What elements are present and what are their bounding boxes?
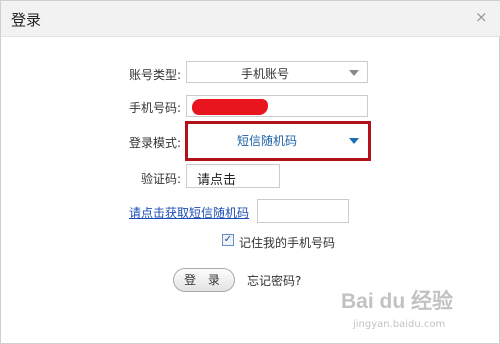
watermark-url: jingyan.baidu.com xyxy=(353,319,446,330)
dialog-title: 登录 xyxy=(11,11,42,29)
login-dialog: 登录 × 账号类型: 手机账号 手机号码: 登录模式: 短信随机码 验证码: 请… xyxy=(0,0,500,344)
get-sms-code-link[interactable]: 请点击获取短信随机码 xyxy=(129,204,249,221)
remember-checkbox[interactable]: ✓ xyxy=(222,234,234,246)
account-type-select[interactable]: 手机账号 xyxy=(186,61,368,83)
captcha-input[interactable]: 请点击 xyxy=(186,164,280,188)
redaction-mark xyxy=(192,99,268,115)
forgot-password-link[interactable]: 忘记密码? xyxy=(247,272,301,289)
dialog-titlebar: 登录 × xyxy=(1,1,500,37)
remember-label: 记住我的手机号码 xyxy=(239,236,336,250)
login-button[interactable]: 登 录 xyxy=(173,268,235,292)
chevron-down-icon xyxy=(349,70,359,76)
close-icon[interactable]: × xyxy=(475,8,488,26)
account-type-label: 账号类型: xyxy=(128,68,181,82)
phone-input[interactable] xyxy=(186,95,368,117)
watermark-brand: Bai du 经验 xyxy=(341,290,454,313)
watermark: Bai du 经验 jingyan.baidu.com xyxy=(341,285,497,339)
sms-code-input[interactable] xyxy=(257,199,349,223)
captcha-label: 验证码: xyxy=(140,172,181,186)
account-type-value: 手机账号 xyxy=(240,67,289,81)
captcha-text: 请点击 xyxy=(197,173,237,188)
login-mode-label: 登录模式: xyxy=(128,136,181,150)
highlight-box xyxy=(185,121,371,161)
phone-label: 手机号码: xyxy=(128,101,181,115)
